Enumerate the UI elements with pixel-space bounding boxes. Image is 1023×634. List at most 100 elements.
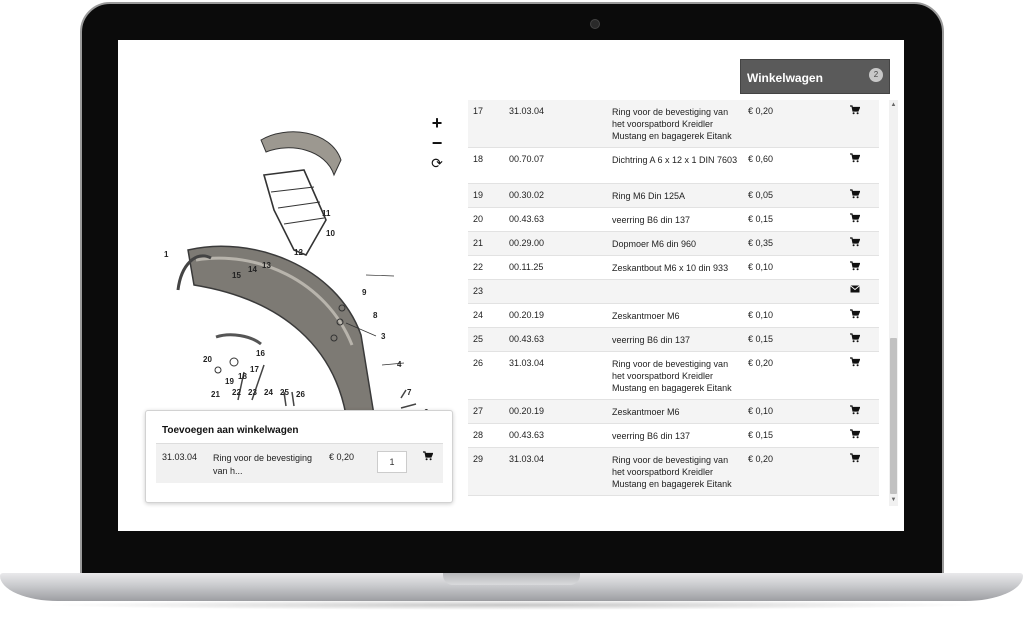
parts-table: 17 31.03.04 Ring voor de bevestiging van h…: [468, 100, 879, 496]
row-number: 24: [473, 310, 484, 320]
row-number: 20: [473, 214, 484, 224]
quantity-input[interactable]: 1: [377, 451, 407, 473]
cart-icon[interactable]: [850, 357, 860, 367]
row-price: € 0,10: [748, 262, 774, 272]
row-code: 00.43.63: [509, 430, 545, 440]
row-number: 26: [473, 358, 484, 368]
row-code: 00.11.25: [509, 262, 544, 272]
row-code: 00.20.19: [509, 310, 545, 320]
table-row: 20 00.43.63 veerring B6 din 137 € 0,15: [468, 208, 879, 232]
cart-button[interactable]: Winkelwagen 2: [740, 59, 890, 94]
row-number: 29: [473, 454, 484, 464]
row-description: Zeskantmoer M6: [612, 311, 680, 321]
table-row: 23: [468, 280, 879, 304]
table-scrollbar[interactable]: ▲ ▼: [889, 100, 898, 506]
row-price: € 0,15: [748, 214, 774, 224]
cart-icon[interactable]: [850, 405, 860, 415]
row-description: veerring B6 din 137: [612, 215, 691, 225]
callout-12: 12: [294, 248, 303, 257]
callout-19: 19: [225, 377, 234, 386]
laptop-shadow: [40, 600, 983, 610]
callout-10: 10: [326, 229, 335, 238]
scroll-up-arrow[interactable]: ▲: [890, 101, 897, 109]
camera-icon: [590, 19, 600, 29]
table-row: 28 00.43.63 veerring B6 din 137 € 0,15: [468, 424, 879, 448]
row-description: veerring B6 din 137: [612, 431, 691, 441]
row-description: Dopmoer M6 din 960: [612, 239, 697, 249]
reset-zoom-button[interactable]: ⟳: [430, 154, 444, 174]
row-code: 00.43.63: [509, 214, 545, 224]
callout-15: 15: [232, 271, 241, 280]
callout-1: 1: [164, 250, 169, 259]
cart-icon[interactable]: [850, 213, 860, 223]
row-code: 00.20.19: [509, 406, 545, 416]
callout-7: 7: [407, 388, 412, 397]
callout-4: 4: [397, 360, 402, 369]
cart-icon[interactable]: [850, 261, 860, 271]
row-code: 31.03.04: [509, 358, 545, 368]
zoom-controls: + − ⟳: [430, 114, 444, 174]
add-to-cart-icon[interactable]: [423, 451, 433, 461]
callout-8: 8: [373, 311, 378, 320]
table-row: 24 00.20.19 Zeskantmoer M6 € 0,10: [468, 304, 879, 328]
scroll-thumb[interactable]: [890, 338, 897, 494]
table-row: 17 31.03.04 Ring voor de bevestiging van h…: [468, 100, 879, 148]
callout-25: 25: [280, 388, 289, 397]
row-price: € 0,10: [748, 406, 774, 416]
table-row: 25 00.43.63 veerring B6 din 137 € 0,15: [468, 328, 879, 352]
cart-count-badge: 2: [869, 68, 883, 82]
row-code: 31.03.04: [509, 106, 545, 116]
zoom-out-button[interactable]: −: [430, 134, 444, 154]
laptop-notch: [443, 573, 580, 585]
row-description: Zeskantbout M6 x 10 din 933: [612, 263, 729, 273]
row-description: Ring voor de bevestiging van het voorspa…: [612, 359, 732, 393]
cart-icon[interactable]: [850, 153, 860, 163]
row-price: € 0,20: [748, 106, 774, 116]
callout-20: 20: [203, 355, 212, 364]
envelope-icon[interactable]: [850, 285, 860, 293]
scroll-down-arrow[interactable]: ▼: [890, 496, 897, 504]
row-description: Ring voor de bevestiging van het voorspa…: [612, 455, 732, 489]
callout-18: 18: [238, 372, 247, 381]
row-price: € 0,35: [748, 238, 774, 248]
row-number: 25: [473, 334, 484, 344]
row-number: 23: [473, 286, 484, 296]
cart-icon[interactable]: [850, 309, 860, 319]
row-price: € 0,60: [748, 154, 774, 164]
parts-diagram[interactable]: 1 3 4 6 7 8 9 10 11 12 13 14 15 16 17 18…: [156, 100, 456, 437]
callout-17: 17: [250, 365, 259, 374]
popup-item-row: 31.03.04 Ring voor de bevestiging van h.…: [156, 443, 443, 483]
popup-item-code: 31.03.04: [162, 452, 198, 462]
row-description: Ring M6 Din 125A: [612, 191, 686, 201]
callout-13: 13: [262, 261, 271, 270]
hoop-bar: [260, 131, 342, 177]
row-description: Zeskantmoer M6: [612, 407, 680, 417]
callout-14: 14: [248, 265, 257, 274]
callout-3: 3: [381, 332, 386, 341]
zoom-in-button[interactable]: +: [430, 114, 444, 134]
row-number: 19: [473, 190, 484, 200]
row-code: 00.30.02: [509, 190, 545, 200]
cart-icon[interactable]: [850, 333, 860, 343]
table-row: 27 00.20.19 Zeskantmoer M6 € 0,10: [468, 400, 879, 424]
cart-icon[interactable]: [850, 453, 860, 463]
cart-icon[interactable]: [850, 105, 860, 115]
cart-icon[interactable]: [850, 189, 860, 199]
callout-9: 9: [362, 288, 367, 297]
row-code: 00.29.00: [509, 238, 545, 248]
table-row: 19 00.30.02 Ring M6 Din 125A € 0,05: [468, 184, 879, 208]
callout-21: 21: [211, 390, 220, 399]
table-row: 18 00.70.07 Dichtring A 6 x 12 x 1 DIN 760…: [468, 148, 879, 184]
callout-22: 22: [232, 388, 241, 397]
callout-16: 16: [256, 349, 265, 358]
row-description: veerring B6 din 137: [612, 335, 691, 345]
row-number: 21: [473, 238, 484, 248]
row-code: 00.43.63: [509, 334, 545, 344]
row-description: Ring voor de bevestiging van het voorspa…: [612, 107, 732, 141]
row-number: 27: [473, 406, 484, 416]
cart-icon[interactable]: [850, 429, 860, 439]
cart-icon[interactable]: [850, 237, 860, 247]
row-price: € 0,20: [748, 358, 774, 368]
row-price: € 0,10: [748, 310, 774, 320]
callout-11: 11: [322, 209, 331, 218]
